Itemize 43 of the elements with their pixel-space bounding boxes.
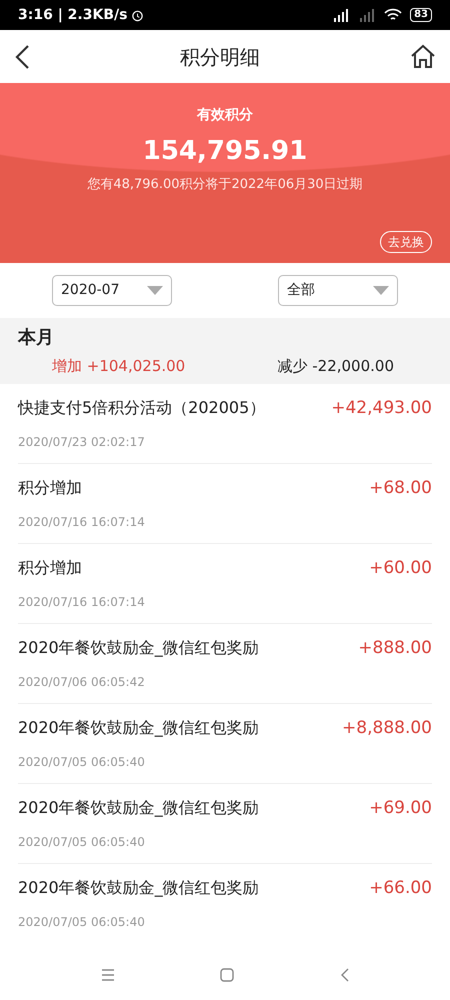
transaction-amount: +69.00 [369, 796, 432, 820]
expiry-note: 您有48,796.00积分将于2022年06月30日过期 [87, 176, 363, 194]
increase-total: 增加 +104,025.00 [52, 356, 186, 377]
transaction-time: 2020/07/16 16:07:14 [18, 594, 146, 611]
home-icon[interactable] [410, 44, 436, 70]
month-heading: 本月 [18, 326, 55, 350]
transaction-amount: +66.00 [369, 876, 432, 900]
transaction-time: 2020/07/16 16:07:14 [18, 514, 146, 531]
points-balance: 154,795.91 [142, 135, 308, 168]
back-icon[interactable] [14, 44, 30, 70]
decrease-total: 减少 -22,000.00 [277, 356, 394, 377]
transaction-time: 2020/07/23 02:02:17 [18, 434, 146, 451]
redeem-button[interactable]: 去兑换 [380, 231, 432, 253]
transaction-time: 2020/07/05 06:05:40 [18, 754, 146, 771]
transaction-time: 2020/07/06 06:05:42 [18, 674, 146, 691]
transaction-time: 2020/07/05 06:05:40 [18, 914, 146, 931]
transaction-amount: +60.00 [369, 556, 432, 580]
transaction-amount: +888.00 [358, 636, 432, 660]
transaction-title: 2020年餐饮鼓励金_微信红包奖励 [18, 637, 259, 660]
transaction-title: 2020年餐饮鼓励金_微信红包奖励 [18, 877, 259, 900]
home-button-icon[interactable] [220, 968, 234, 982]
filter-dropdown[interactable]: 全部 [278, 275, 398, 306]
transaction-title: 2020年餐饮鼓励金_微信红包奖励 [18, 797, 259, 820]
transaction-title: 积分增加 [18, 477, 82, 500]
transaction-time: 2020/07/05 06:05:40 [18, 834, 146, 851]
wifi-icon [384, 8, 402, 22]
transaction-title: 2020年餐饮鼓励金_微信红包奖励 [18, 717, 259, 740]
status-time: 3:16 | 2.3KB/s [18, 6, 128, 24]
transaction-title: 积分增加 [18, 557, 82, 580]
transaction-amount: +8,888.00 [342, 716, 432, 740]
battery-icon: 83 [410, 8, 432, 22]
transaction-title: 快捷支付5倍积分活动（202005） [18, 397, 266, 420]
caret-icon [373, 286, 389, 295]
alarm-icon [131, 8, 144, 22]
transaction-amount: +68.00 [369, 476, 432, 500]
transaction-amount: +42,493.00 [331, 396, 432, 420]
signal-icon [358, 8, 376, 22]
caret-icon [147, 286, 163, 295]
points-label: 有效积分 [197, 106, 253, 125]
page-title: 积分明细 [180, 44, 260, 70]
menu-icon[interactable] [100, 969, 115, 981]
signal-icon [332, 8, 350, 22]
filter-dropdown[interactable]: 2020-07 [52, 275, 172, 306]
